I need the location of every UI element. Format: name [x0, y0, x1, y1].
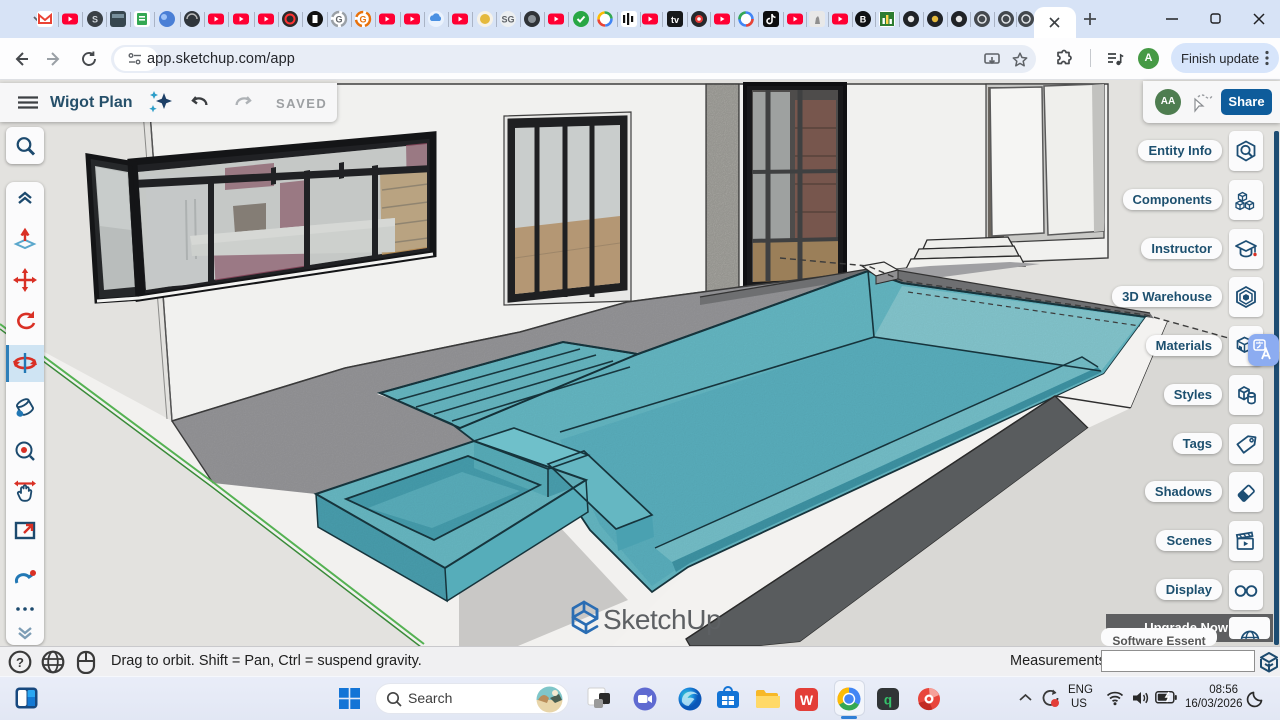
svg-text:SG: SG	[501, 15, 514, 25]
svg-text:?: ?	[16, 655, 24, 670]
svg-text:G: G	[359, 15, 366, 25]
svg-text:G: G	[335, 15, 342, 25]
svg-text:tv: tv	[671, 15, 679, 25]
svg-text:S: S	[92, 15, 98, 25]
svg-text:B: B	[860, 15, 867, 25]
svg-text:q: q	[884, 694, 892, 710]
svg-text:W: W	[799, 692, 813, 708]
svg-text:SketchUp: SketchUp	[603, 604, 721, 635]
